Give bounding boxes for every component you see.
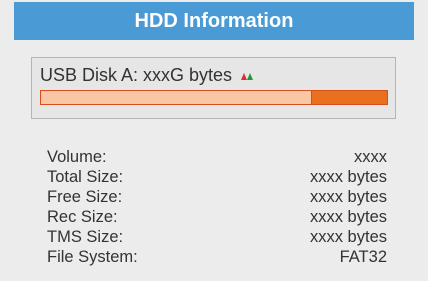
disk-usage-bar: [40, 90, 388, 105]
info-value: FAT32: [339, 248, 387, 266]
disk-usage-fill: [41, 91, 312, 104]
info-value: xxxx: [354, 148, 387, 166]
info-row: Rec Size: xxxx bytes: [47, 207, 387, 227]
info-key: Volume:: [47, 148, 107, 166]
info-row: Free Size: xxxx bytes: [47, 187, 387, 207]
info-value: xxxx bytes: [309, 188, 387, 206]
info-key: Free Size:: [47, 188, 123, 206]
info-row: Volume: xxxx: [47, 147, 387, 167]
info-value: xxxx bytes: [309, 208, 387, 226]
info-value: xxxx bytes: [309, 228, 387, 246]
info-list: Volume: xxxx Total Size: xxxx bytes Free…: [47, 147, 387, 267]
info-key: Total Size:: [47, 168, 124, 186]
info-key: File System:: [47, 248, 138, 266]
content-area: USB Disk A: xxxG bytes Volume: xxxx Tota…: [14, 40, 414, 281]
info-value: xxxx bytes: [309, 168, 387, 186]
info-key: TMS Size:: [47, 228, 124, 246]
hdd-info-panel: HDD Information USB Disk A: xxxG bytes V…: [0, 0, 428, 281]
info-row: TMS Size: xxxx bytes: [47, 227, 387, 247]
info-row: Total Size: xxxx bytes: [47, 167, 387, 187]
window-title: HDD Information: [14, 2, 414, 40]
info-key: Rec Size:: [47, 208, 118, 226]
disk-box: USB Disk A: xxxG bytes: [31, 57, 396, 119]
green-marker-icon: [247, 73, 253, 80]
disk-label: USB Disk A: xxxG bytes: [40, 65, 233, 85]
info-row: File System: FAT32: [47, 247, 387, 267]
usage-marker-icons: [241, 73, 255, 82]
